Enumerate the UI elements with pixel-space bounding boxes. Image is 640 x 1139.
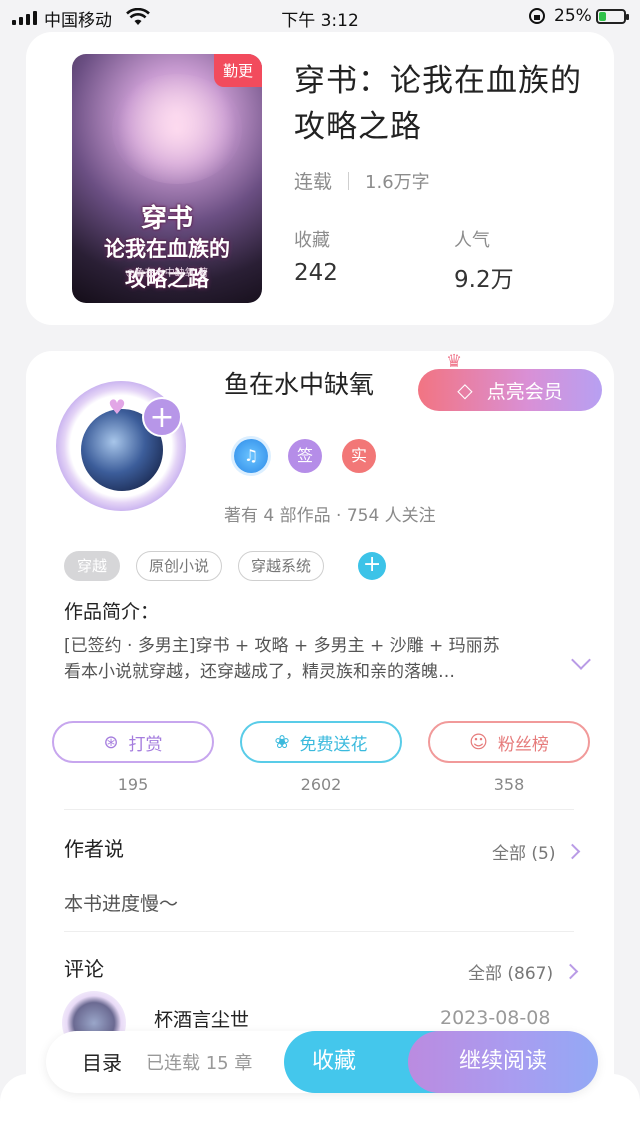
book-status: 连载 [294, 171, 333, 193]
favorites-stat: 收藏 242 [294, 226, 338, 286]
book-cover[interactable]: 穿书 论我在血族的 攻略之路 ◎鱼在水中缺氧 著 勤更 [72, 54, 262, 303]
send-flower-label: 免费送花 [299, 734, 368, 755]
cover-title-line1: 穿书 [140, 204, 193, 234]
favorites-value: 242 [294, 260, 338, 286]
fan-ranking-label: 粉丝榜 [497, 734, 549, 755]
author-name[interactable]: 鱼在水中缺氧 [224, 365, 374, 401]
music-badge-icon[interactable]: ♫ [234, 439, 268, 473]
intro-text[interactable]: [已签约 · 多男主]穿书 + 攻略 + 多男主 + 沙雕 + 玛丽苏 看本小说… [64, 633, 564, 685]
toc-button[interactable]: 目录 [82, 1047, 122, 1076]
user-icon: ☺ [469, 731, 488, 753]
tag-list: 穿越 原创小说 穿越系统 + [64, 551, 387, 581]
popularity-label: 人气 [454, 230, 490, 251]
add-tag-button[interactable]: + [358, 552, 387, 580]
author-avatar-wrap[interactable]: ♥ + [56, 381, 186, 511]
tag-item[interactable]: 穿越系统 [238, 551, 325, 581]
rotation-lock-icon [529, 8, 545, 24]
battery-icon [596, 9, 629, 24]
chevron-right-icon [565, 843, 581, 860]
update-badge: 勤更 [213, 54, 262, 87]
yen-icon: ⊛ [103, 731, 119, 753]
comments-more-link[interactable]: 全部 (867) [468, 959, 579, 984]
diamond-icon: ◇ [457, 378, 473, 402]
expand-chevron-icon[interactable] [571, 650, 591, 670]
tag-item[interactable]: 原创小说 [136, 551, 223, 581]
intro-label: 作品简介： [64, 601, 160, 623]
tip-label: 打赏 [128, 734, 163, 755]
commenter-name[interactable]: 杯酒言尘世 [154, 1005, 249, 1032]
send-flower-button[interactable]: ❀ 免费送花 [240, 721, 402, 763]
continue-reading-button[interactable]: 继续阅读 [408, 1031, 598, 1093]
flower-icon: ❀ [274, 731, 290, 753]
vip-member-button[interactable]: ◇ 点亮会员 [418, 369, 602, 411]
divider [64, 809, 574, 810]
author-says-title: 作者说 [64, 837, 124, 861]
author-badges: ♫ 签 实 [234, 439, 376, 473]
tag-item[interactable]: 穿越 [64, 551, 121, 581]
cover-author: ◎鱼在水中缺氧 著 [126, 268, 208, 279]
fan-ranking-button[interactable]: ☺ 粉丝榜 [428, 721, 590, 763]
tip-button[interactable]: ⊛ 打赏 [52, 721, 214, 763]
intro-line-1: [已签约 · 多男主]穿书 + 攻略 + 多男主 + 沙雕 + 玛丽苏 [64, 636, 500, 656]
details-card: ♥ + 鱼在水中缺氧 ♛ ◇ 点亮会员 ♫ 签 实 著有 4 部作品 · 754… [26, 351, 614, 1139]
author-says-more-label: 全部 (5) [492, 844, 556, 864]
chevron-right-icon [562, 963, 579, 980]
favorites-label: 收藏 [294, 230, 330, 251]
cover-title-line2: 论我在血族的 [104, 236, 230, 261]
intro-line-2: 看本小说就穿越，还穿越成了，精灵族和亲的落魄… [64, 662, 455, 682]
book-info-card: 穿书 论我在血族的 攻略之路 ◎鱼在水中缺氧 著 勤更 穿书：论我在血族的攻略之… [26, 32, 614, 325]
comments-title: 评论 [64, 957, 104, 981]
chapter-count: 已连载 15 章 [146, 1053, 253, 1074]
heart-icon: ♥ [108, 395, 126, 419]
cover-art [112, 74, 242, 184]
comments-more-label: 全部 (867) [468, 964, 554, 984]
word-count: 1.6万字 [365, 171, 430, 193]
signed-badge[interactable]: 签 [288, 439, 322, 473]
flower-count: 2602 [300, 775, 342, 794]
book-title: 穿书：论我在血族的攻略之路 [294, 63, 582, 145]
status-bar: 中国移动 下午 3:12 25% [0, 0, 640, 34]
cover-title: 穿书 论我在血族的 攻略之路 [72, 204, 262, 294]
popularity-value: 9.2万 [454, 267, 514, 293]
bottom-action-bar: 目录 已连载 15 章 收藏 继续阅读 [46, 1031, 598, 1093]
fan-count: 358 [493, 775, 525, 794]
book-meta: 连载 1.6万字 [294, 167, 430, 194]
author-says-content: 本书进度慢～ [64, 893, 179, 915]
battery-percent: 25% [554, 6, 592, 26]
author-description: 著有 4 部作品 · 754 人关注 [224, 506, 436, 526]
meta-divider [348, 171, 350, 190]
tip-count: 195 [117, 775, 149, 794]
vip-button-label: 点亮会员 [486, 380, 563, 403]
comment-date: 2023-08-08 [440, 1007, 551, 1029]
divider [64, 931, 574, 932]
author-says-more-link[interactable]: 全部 (5) [492, 839, 581, 864]
verified-badge[interactable]: 实 [342, 439, 376, 473]
popularity-stat: 人气 9.2万 [454, 226, 514, 294]
follow-author-button[interactable]: + [142, 397, 182, 437]
